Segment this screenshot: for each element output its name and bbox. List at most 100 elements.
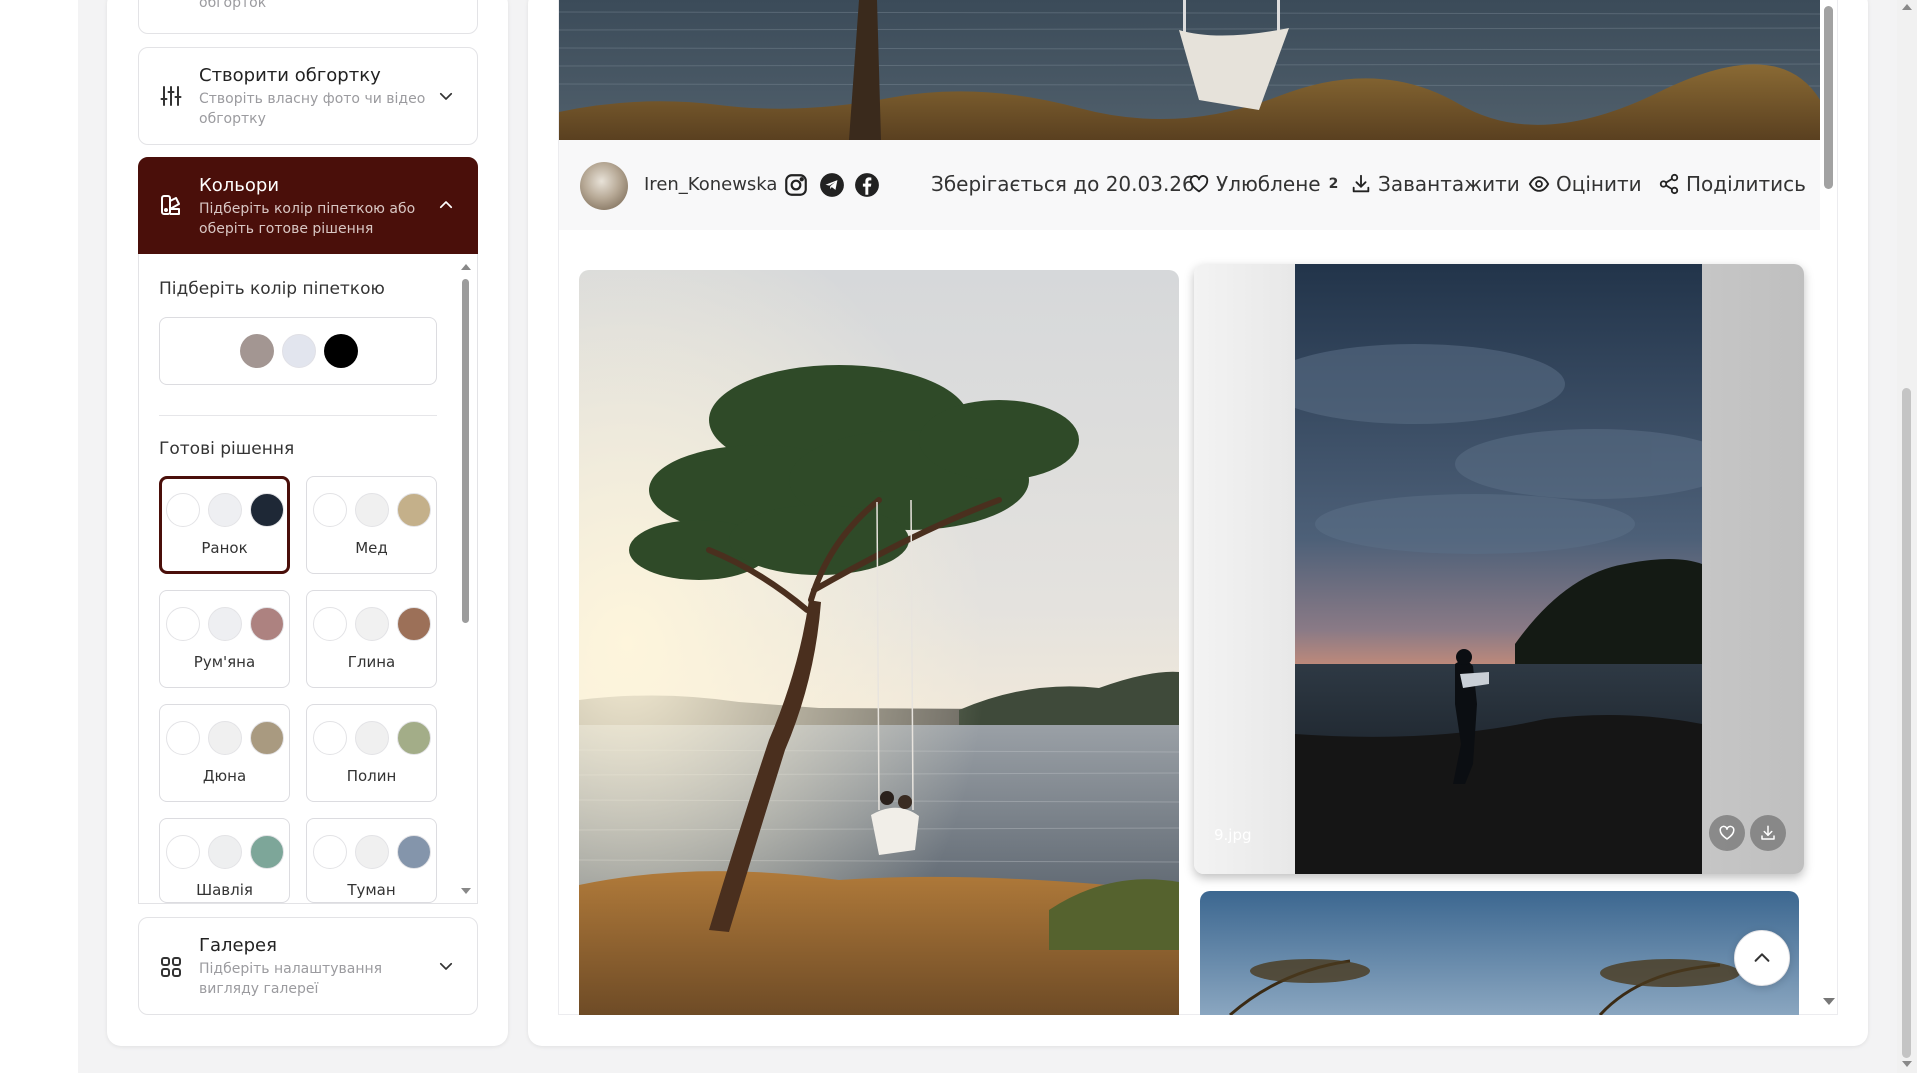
palette-icon — [161, 195, 180, 215]
preset-swatch — [355, 607, 389, 641]
preset-1[interactable]: Ранок — [159, 476, 290, 574]
scrollbar-thumb[interactable] — [1824, 6, 1833, 189]
preset-swatch — [166, 607, 200, 641]
preset-name: Шавлія — [196, 881, 253, 899]
accordion-title: Кольори — [199, 175, 280, 196]
accordion-subtitle: Підберіть налаштування вигляду галереї — [199, 961, 383, 997]
telegram-icon[interactable] — [819, 172, 845, 198]
preset-3[interactable]: Рум'яна — [159, 590, 290, 688]
chevron-up-icon — [1754, 953, 1770, 962]
chevron-down-icon — [439, 962, 453, 970]
scrollbar-thumb[interactable] — [1902, 388, 1911, 1058]
accordion-cover-presets[interactable]: обгорток — [138, 0, 478, 34]
page-scrollbar[interactable] — [1897, 0, 1917, 1073]
preset-swatch — [397, 493, 431, 527]
storage-expiry-text: Зберігається до 20.03.26 — [931, 172, 1195, 196]
preset-swatch — [250, 721, 284, 755]
preset-name: Туман — [347, 881, 396, 899]
preset-swatch — [208, 493, 242, 527]
grid-icon — [161, 957, 181, 977]
gallery-photo[interactable] — [1200, 891, 1799, 1015]
avatar[interactable] — [580, 162, 628, 210]
preset-name: Рум'яна — [193, 653, 256, 671]
preset-swatch — [208, 607, 242, 641]
download-icon — [1761, 825, 1775, 840]
chevron-down-icon — [439, 92, 453, 100]
favorites-button[interactable]: Улюблене 2 — [1188, 172, 1338, 196]
eyedropper-picker[interactable] — [159, 317, 437, 385]
gallery-photo[interactable] — [1295, 264, 1702, 874]
download-label: Завантажити — [1378, 172, 1520, 196]
scroll-up-arrow[interactable] — [1902, 4, 1912, 10]
preset-swatch — [166, 721, 200, 755]
preset-swatch — [355, 835, 389, 869]
preset-swatch — [208, 721, 242, 755]
favorites-count: 2 — [1328, 176, 1339, 192]
sliders-icon — [160, 86, 182, 106]
download-button[interactable]: Завантажити — [1350, 172, 1520, 196]
gallery-photo-card[interactable]: 9.jpg — [1194, 264, 1804, 874]
preset-name: Дюна — [202, 767, 247, 785]
scroll-down-arrow[interactable] — [1823, 998, 1835, 1005]
photo-filename: 9.jpg — [1214, 826, 1252, 844]
accordion-create-cover[interactable]: Створити обгортку Створіть власну фото ч… — [138, 47, 478, 145]
accordion-subtitle: Підберіть колір піпеткою або оберіть гот… — [199, 201, 416, 237]
instagram-icon[interactable] — [783, 172, 809, 198]
accordion-gallery[interactable]: Галерея Підберіть налаштування вигляду г… — [138, 917, 478, 1015]
preset-name: Мед — [355, 539, 388, 557]
page-left-margin — [0, 0, 78, 1073]
preset-swatch — [397, 721, 431, 755]
photo-favorite-button[interactable] — [1709, 815, 1745, 851]
preset-swatch — [313, 607, 347, 641]
preset-6[interactable]: Полин — [306, 704, 437, 802]
preset-name: Ранок — [201, 539, 248, 557]
presets-scrollbar[interactable] — [458, 262, 474, 902]
share-label: Поділитись — [1686, 172, 1806, 196]
preset-swatch — [313, 493, 347, 527]
preset-swatch — [250, 493, 284, 527]
heart-icon — [1719, 825, 1735, 840]
chevron-up-icon — [439, 201, 453, 209]
gallery-photo[interactable] — [579, 270, 1179, 1015]
picked-color-swatch[interactable] — [324, 334, 358, 368]
preset-8[interactable]: Туман — [306, 818, 437, 903]
preset-4[interactable]: Глина — [306, 590, 437, 688]
scrollbar-thumb[interactable] — [462, 279, 469, 623]
accordion-subtitle: Створіть власну фото чи відео обгортку — [199, 91, 426, 127]
presets-label: Готові рішення — [159, 439, 295, 459]
preset-swatch — [355, 493, 389, 527]
scroll-to-top-button[interactable] — [1734, 930, 1790, 986]
accordion-title: Створити обгортку — [199, 65, 381, 86]
eye-icon — [1528, 176, 1550, 192]
preset-swatch — [250, 835, 284, 869]
accordion-subtitle: обгорток — [199, 0, 267, 11]
preset-swatch — [250, 607, 284, 641]
divider — [159, 415, 437, 416]
preset-swatch — [397, 607, 431, 641]
accordion-colors[interactable]: Кольори Підберіть колір піпеткою або обе… — [138, 157, 478, 254]
scroll-up-arrow[interactable] — [461, 264, 471, 270]
preset-swatch — [208, 835, 242, 869]
preset-7[interactable]: Шавлія — [159, 818, 290, 903]
photo-download-button[interactable] — [1750, 815, 1786, 851]
preset-swatch — [313, 721, 347, 755]
preset-swatch — [397, 835, 431, 869]
scroll-down-arrow[interactable] — [461, 888, 471, 894]
rate-button[interactable]: Оцінити — [1528, 172, 1642, 196]
cover-image — [559, 0, 1820, 140]
photographer-name[interactable]: Iren_Konewska — [644, 174, 777, 195]
scroll-down-arrow[interactable] — [1902, 1061, 1912, 1067]
preset-swatch — [166, 493, 200, 527]
heart-icon — [1189, 175, 1209, 193]
share-button[interactable]: Поділитись — [1658, 172, 1806, 196]
gallery-scrollbar[interactable] — [1820, 0, 1838, 1015]
picked-color-swatch[interactable] — [240, 334, 274, 368]
picked-color-swatch[interactable] — [282, 334, 316, 368]
preset-swatch — [355, 721, 389, 755]
share-icon — [1659, 173, 1679, 195]
preset-swatch — [166, 835, 200, 869]
rate-label: Оцінити — [1556, 172, 1642, 196]
preset-2[interactable]: Мед — [306, 476, 437, 574]
preset-5[interactable]: Дюна — [159, 704, 290, 802]
facebook-icon[interactable] — [854, 172, 880, 198]
